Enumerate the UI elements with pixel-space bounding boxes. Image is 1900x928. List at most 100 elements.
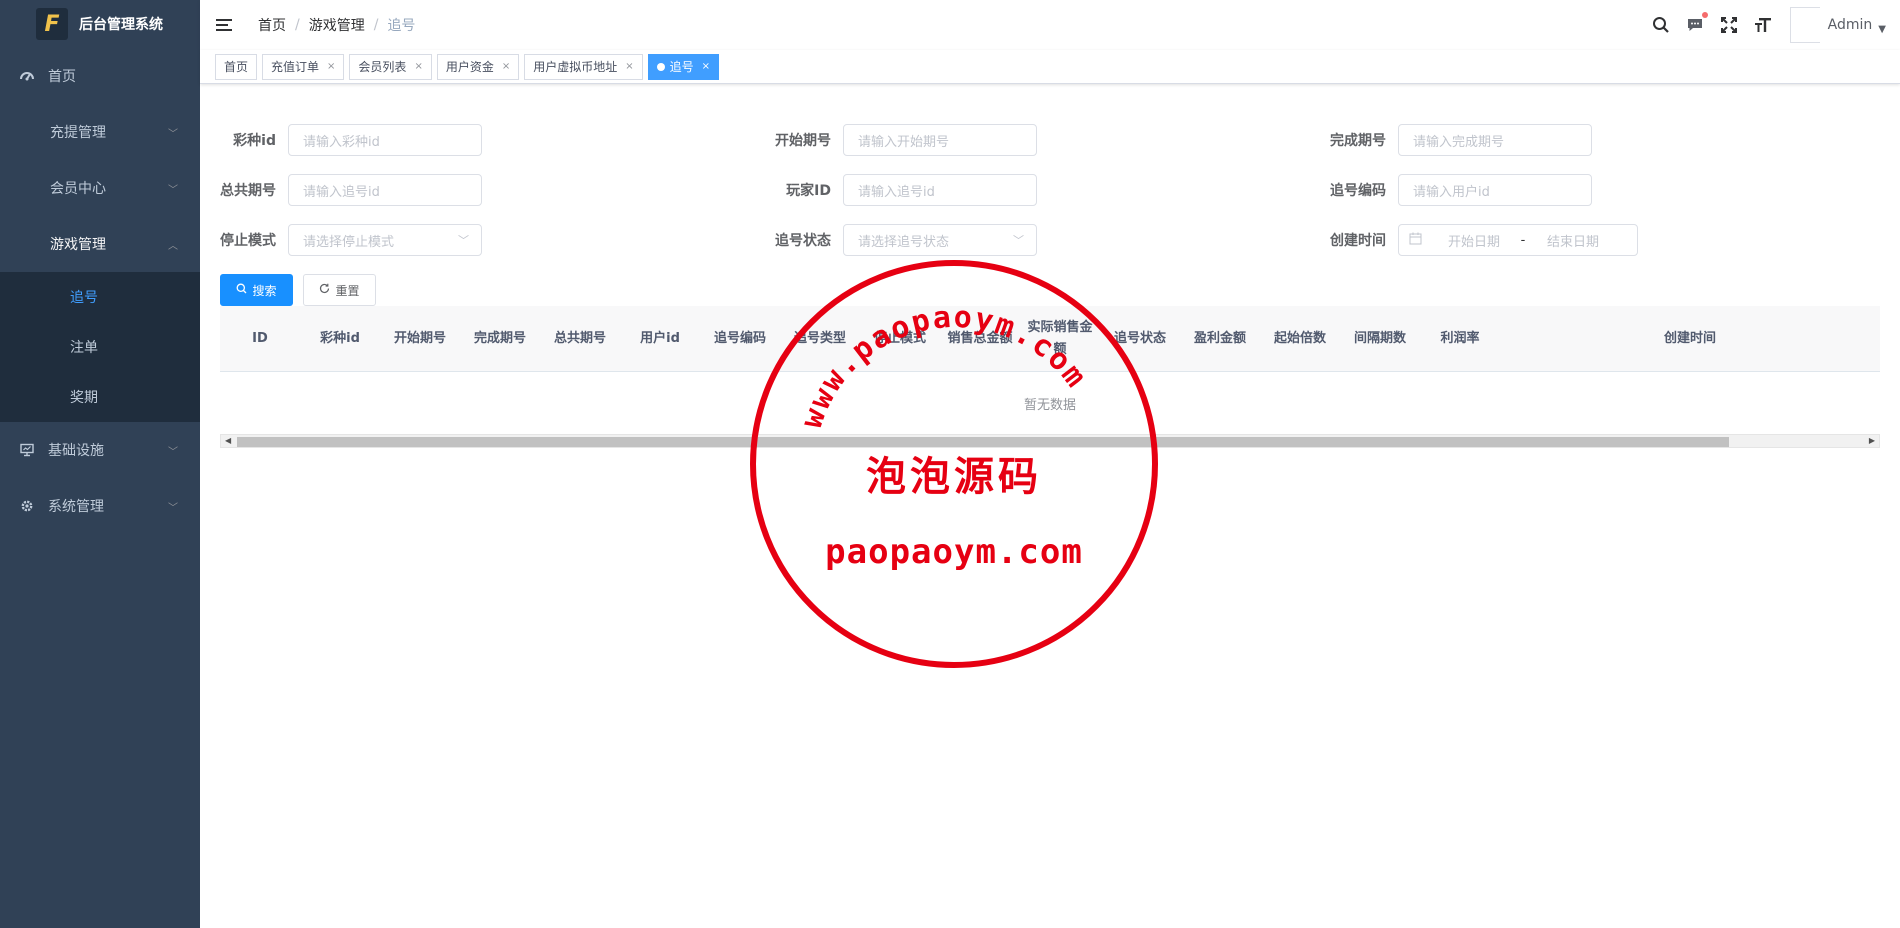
fullscreen-icon[interactable]	[1719, 15, 1739, 35]
tag-user-funds[interactable]: 用户资金 ×	[436, 53, 520, 80]
select-placeholder: 请选择停止模式	[303, 234, 395, 250]
user-name[interactable]: Admin	[1828, 17, 1873, 33]
column-header[interactable]: 停止模式	[860, 328, 940, 350]
tag-user-crypto-address[interactable]: 用户虚拟币地址 ×	[524, 53, 643, 80]
column-header[interactable]: 起始倍数	[1260, 328, 1340, 350]
column-header[interactable]: 完成期号	[460, 328, 540, 350]
breadcrumb: 首页 / 游戏管理 / 追号	[258, 15, 415, 35]
font-size-icon[interactable]	[1753, 15, 1773, 35]
sidebar-menu: 首页 充提管理 ﹀ 会员中心 ﹀ 游戏管理 ︿ 追号 注单 奖期 基础设施 ﹀ …	[0, 48, 200, 534]
sidebar-item-label: 充提管理	[50, 125, 106, 141]
player-id-input[interactable]: 请输入追号id	[843, 174, 1037, 206]
lottery-id-input[interactable]: 请输入彩种id	[288, 124, 482, 156]
breadcrumb-games[interactable]: 游戏管理	[309, 15, 365, 35]
column-header[interactable]: 彩种id	[300, 328, 380, 350]
sidebar-item-infrastructure[interactable]: 基础设施 ﹀	[0, 422, 200, 478]
column-header[interactable]: ID	[220, 328, 300, 350]
form-item-total-issues: 总共期号 请输入追号id	[220, 174, 482, 206]
finish-issue-input[interactable]: 请输入完成期号	[1398, 124, 1592, 156]
sidebar-item-label: 基础设施	[48, 443, 104, 459]
chase-status-select[interactable]: 请选择追号状态 ﹀	[843, 224, 1037, 256]
close-icon[interactable]: ×	[625, 61, 633, 72]
message-icon[interactable]	[1685, 12, 1708, 35]
stop-mode-select[interactable]: 请选择停止模式 ﹀	[288, 224, 482, 256]
sidebar-item-label: 游戏管理	[50, 237, 106, 253]
column-header[interactable]: 追号状态	[1100, 328, 1180, 350]
breadcrumb-home[interactable]: 首页	[258, 15, 286, 35]
column-header[interactable]: 间隔期数	[1340, 328, 1420, 350]
caret-down-icon[interactable]: ▼	[1878, 24, 1886, 35]
horizontal-scrollbar[interactable]: ◀ ▶	[220, 434, 1880, 448]
tag-chase[interactable]: 追号 ×	[647, 53, 720, 80]
logo[interactable]: F 后台管理系统	[0, 0, 200, 48]
column-header[interactable]: 利润率	[1420, 328, 1500, 350]
avatar[interactable]	[1789, 7, 1820, 43]
form-item-create-time: 创建时间 开始日期 - 结束日期	[1330, 224, 1638, 256]
column-header[interactable]: 创建时间	[1500, 328, 1880, 350]
start-issue-input[interactable]: 请输入开始期号	[843, 124, 1037, 156]
form-label: 追号编码	[1330, 183, 1386, 199]
end-date-input[interactable]: 结束日期	[1533, 231, 1613, 250]
tag-label: 会员列表	[358, 60, 407, 74]
games-submenu: 追号 注单 奖期	[0, 272, 200, 422]
column-header[interactable]: 总共期号	[540, 328, 620, 350]
close-icon[interactable]: ×	[702, 61, 710, 72]
column-header[interactable]: 实际销售金额	[1020, 317, 1100, 361]
reset-button-label: 重置	[335, 283, 360, 298]
tag-recharge-orders[interactable]: 充值订单 ×	[262, 53, 345, 80]
scroll-left-icon[interactable]: ◀	[225, 435, 231, 447]
close-icon[interactable]: ×	[414, 61, 422, 72]
chevron-down-icon: ﹀	[1013, 234, 1024, 247]
search-button[interactable]: 搜索	[220, 274, 293, 306]
form-label: 完成期号	[1330, 133, 1386, 149]
sidebar-item-members[interactable]: 会员中心 ﹀	[0, 160, 200, 216]
tag-home[interactable]: 首页	[215, 53, 258, 80]
tags-view: 首页 充值订单 × 会员列表 × 用户资金 × 用户虚拟币地址 × 追号 ×	[200, 50, 1900, 84]
chevron-down-icon: ﹀	[168, 502, 178, 514]
hamburger-icon[interactable]	[216, 15, 236, 35]
form-item-stop-mode: 停止模式 请选择停止模式 ﹀	[220, 224, 482, 256]
chase-code-input[interactable]: 请输入用户id	[1398, 174, 1592, 206]
search-icon	[236, 283, 247, 297]
sidebar-item-home[interactable]: 首页	[0, 48, 200, 104]
sidebar-subitem-draws[interactable]: 奖期	[0, 372, 200, 422]
column-header[interactable]: 追号编码	[700, 328, 780, 350]
sidebar-subitem-bets[interactable]: 注单	[0, 322, 200, 372]
form-item-finish-issue: 完成期号 请输入完成期号	[1330, 124, 1592, 156]
scrollbar-thumb[interactable]	[237, 437, 1729, 447]
chevron-down-icon: ﹀	[458, 234, 469, 247]
table-header: ID 彩种id 开始期号 完成期号 总共期号 用户id 追号编码 追号类型 停止…	[220, 306, 1880, 372]
reset-button[interactable]: 重置	[303, 274, 376, 306]
create-time-range-picker[interactable]: 开始日期 - 结束日期	[1398, 224, 1638, 256]
start-date-input[interactable]: 开始日期	[1435, 231, 1513, 250]
column-header[interactable]: 盈利金额	[1180, 328, 1260, 350]
scroll-right-icon[interactable]: ▶	[1869, 435, 1875, 447]
form-item-chase-status: 追号状态 请选择追号状态 ﹀	[775, 224, 1037, 256]
form-label: 创建时间	[1330, 233, 1386, 249]
column-header[interactable]: 追号类型	[780, 328, 860, 350]
form-label: 玩家ID	[786, 183, 831, 199]
search-icon[interactable]	[1651, 15, 1671, 35]
sidebar-subitem-chase[interactable]: 追号	[0, 272, 200, 322]
chevron-up-icon: ︿	[168, 240, 178, 252]
sidebar-item-label: 系统管理	[48, 499, 104, 515]
sidebar-item-games[interactable]: 游戏管理 ︿	[0, 216, 200, 272]
form-label: 彩种id	[233, 133, 276, 149]
breadcrumb-separator: /	[373, 17, 379, 33]
tag-member-list[interactable]: 会员列表 ×	[349, 53, 432, 80]
sidebar-item-system[interactable]: 系统管理 ﹀	[0, 478, 200, 534]
form-label: 追号状态	[775, 233, 831, 249]
sidebar-item-recharge[interactable]: 充提管理 ﹀	[0, 104, 200, 160]
tag-label: 充值订单	[271, 60, 320, 74]
search-button-label: 搜索	[252, 283, 277, 298]
sidebar-item-label: 首页	[48, 69, 76, 85]
column-header[interactable]: 用户id	[620, 328, 700, 350]
column-header[interactable]: 销售总金额	[940, 328, 1020, 350]
breadcrumb-current: 追号	[387, 18, 416, 34]
app-title: 后台管理系统	[79, 17, 163, 33]
close-icon[interactable]: ×	[327, 61, 335, 72]
total-issues-input[interactable]: 请输入追号id	[288, 174, 482, 206]
close-icon[interactable]: ×	[502, 61, 510, 72]
column-header[interactable]: 开始期号	[380, 328, 460, 350]
chevron-down-icon: ﹀	[168, 128, 178, 140]
